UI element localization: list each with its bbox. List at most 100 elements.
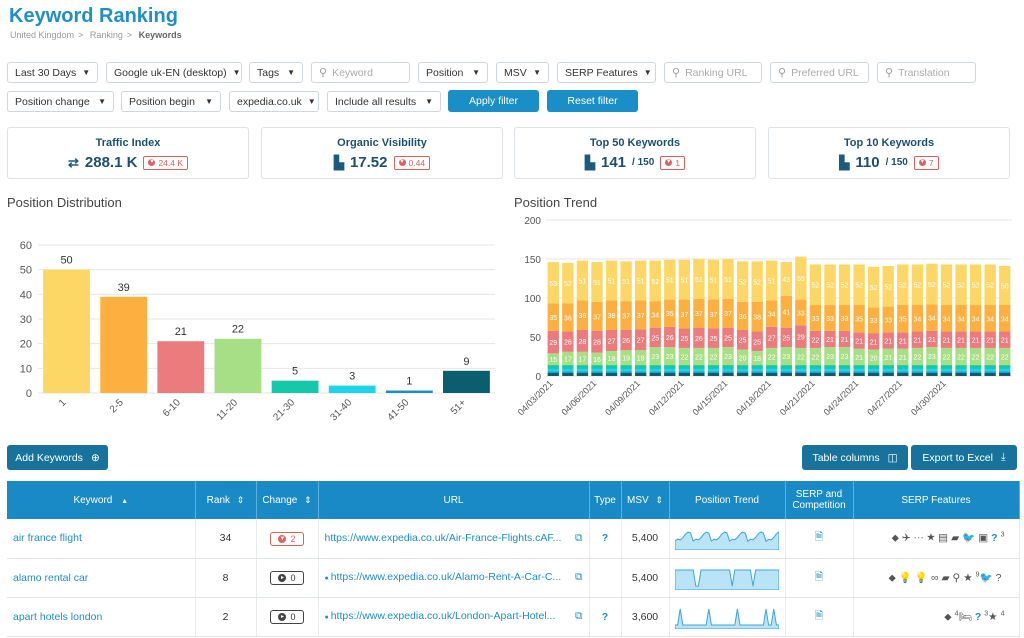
document-icon[interactable]: 🗎	[785, 597, 854, 637]
document-icon[interactable]: 🗎	[785, 519, 854, 559]
msv-select[interactable]: MSV ▼	[496, 62, 549, 83]
sort-icon: ⇕	[236, 494, 245, 505]
column-header-msv[interactable]: MSV ⇕	[621, 481, 670, 519]
keyword-link[interactable]: apart hotels london	[7, 597, 196, 637]
breadcrumb-item[interactable]: Ranking	[90, 30, 123, 40]
x-tick-label: 21-30	[271, 397, 297, 423]
bar-segment	[751, 371, 763, 373]
serp-features-select[interactable]: SERP Features ▼	[557, 62, 656, 83]
table-row[interactable]: air france flight 34 ▼ 2 https://www.expe…	[7, 519, 1020, 559]
bar	[157, 341, 205, 393]
data-label: 51	[608, 278, 616, 285]
tags-select[interactable]: Tags ▼	[249, 62, 303, 83]
bar-segment	[664, 372, 676, 376]
search-engine-select[interactable]: Google uk-EN (desktop) ▼	[106, 62, 242, 83]
keyword-input[interactable]: ⚲ Keyword	[311, 62, 410, 83]
table-columns-button[interactable]: Table columns ◫	[802, 445, 908, 470]
column-header-change[interactable]: Change ⇕	[256, 481, 319, 519]
keyword-link[interactable]: air france flight	[7, 519, 196, 559]
caret-down-icon: ▼	[287, 68, 295, 77]
data-label: 21	[841, 337, 849, 344]
bar-segment	[576, 371, 589, 373]
bar-segment	[736, 368, 749, 372]
change-cell: ▸ 0	[256, 558, 319, 598]
tag-icon: ⬥	[944, 610, 955, 623]
data-label: 34	[986, 316, 994, 323]
bar-segment	[955, 368, 967, 372]
sort-icon: ⇕	[655, 494, 663, 505]
table-row[interactable]: alamo rental car 8 ▸ 0 ● https://www.expe…	[7, 558, 1020, 598]
x-tick-label: 1	[57, 397, 69, 409]
table-row[interactable]: apart hotels london 2 ▸ 0 ● https://www.e…	[7, 597, 1020, 637]
bar-segment	[867, 371, 880, 373]
export-excel-button[interactable]: Export to Excel ⤓	[911, 445, 1017, 470]
bar-segment	[620, 372, 632, 376]
url-link[interactable]: ● https://www.expedia.co.uk/London-Apart…	[318, 597, 590, 637]
keyword-link[interactable]: alamo rental car	[7, 558, 196, 598]
position-select[interactable]: Position ▼	[418, 62, 488, 83]
type-help-icon[interactable]: ?	[589, 597, 622, 637]
serp-features-cell: ⬥4🛏?3★4	[853, 597, 1020, 637]
y-tick-label: 20	[20, 339, 32, 351]
data-label: 51	[695, 277, 703, 284]
data-label: 5	[292, 366, 298, 378]
position-trend-sparkline	[669, 519, 786, 559]
x-tick-label: 2-5	[108, 397, 126, 415]
data-label: 39	[118, 282, 130, 294]
bar-segment	[634, 365, 647, 369]
add-keywords-button[interactable]: Add Keywords ⊕	[7, 445, 108, 470]
date-range-select[interactable]: Last 30 Days ▼	[7, 62, 98, 83]
results-select[interactable]: Include all results ▼	[327, 91, 441, 112]
distribution-title: Position Distribution	[7, 195, 122, 210]
bar	[328, 385, 376, 393]
y-tick-label: 0	[26, 388, 32, 400]
bar-segment	[984, 371, 996, 373]
column-header-url[interactable]: URL	[318, 481, 590, 519]
bar-segment	[576, 365, 589, 369]
translation-input[interactable]: ⚲ Translation	[877, 62, 976, 83]
data-label: 52	[986, 283, 994, 290]
column-header-keyword[interactable]: Keyword ▲	[7, 481, 196, 519]
column-header-serp-features[interactable]: SERP Features	[853, 481, 1020, 519]
data-label: 25	[753, 339, 761, 346]
data-label: 19	[622, 356, 630, 363]
data-label: 38	[753, 315, 761, 322]
column-header-rank[interactable]: Rank ⇕	[195, 481, 257, 519]
domain-select[interactable]: expedia.co.uk ▼	[229, 91, 319, 112]
apply-filter-button[interactable]: Apply filter	[448, 90, 539, 112]
caret-down-icon: ▼	[205, 97, 213, 106]
x-tick-label: 11-20	[215, 397, 241, 423]
url-link[interactable]: https://www.expedia.co.uk/Air-France-Fli…	[318, 519, 590, 559]
bar-segment	[591, 372, 603, 376]
data-label: 20	[739, 355, 747, 362]
bar-segment	[955, 365, 967, 369]
bar-segment	[984, 365, 996, 369]
reset-filter-button[interactable]: Reset filter	[547, 90, 638, 112]
ranking-url-input[interactable]: ⚲ Ranking URL	[664, 62, 762, 83]
url-link[interactable]: ● https://www.expedia.co.uk/Alamo-Rent-A…	[318, 558, 590, 598]
position-change-select[interactable]: Position change ▼	[7, 91, 114, 112]
bar-segment	[969, 365, 982, 369]
bar-segment	[634, 368, 647, 372]
external-link-icon[interactable]: ⧉	[575, 571, 583, 584]
document-icon[interactable]: 🗎	[785, 558, 854, 598]
bar-segment	[911, 365, 924, 369]
external-link-icon[interactable]: ⧉	[575, 532, 583, 545]
data-label: 19	[637, 356, 645, 363]
position-begin-select[interactable]: Position begin ▼	[121, 91, 221, 112]
type-help-icon[interactable]: ?	[589, 519, 622, 559]
bar-segment	[795, 365, 807, 369]
external-link-icon[interactable]: ⧉	[575, 610, 583, 623]
bar-segment	[649, 372, 661, 376]
column-header-position-trend[interactable]: Position Trend	[669, 481, 786, 519]
data-label: 25	[739, 338, 747, 345]
column-header-serp-competition[interactable]: SERP and Competition	[785, 481, 854, 519]
lightbulb-icon: 💡	[914, 571, 931, 584]
change-badge: ▼ 0.44	[393, 155, 431, 170]
bar-segment	[780, 371, 792, 373]
preferred-url-input[interactable]: ⚲ Preferred URL	[770, 62, 869, 83]
column-header-type[interactable]: Type	[589, 481, 622, 519]
breadcrumb-item[interactable]: United Kingdom	[10, 30, 74, 40]
star-icon: ★	[988, 610, 1001, 623]
bar-segment	[678, 365, 691, 369]
